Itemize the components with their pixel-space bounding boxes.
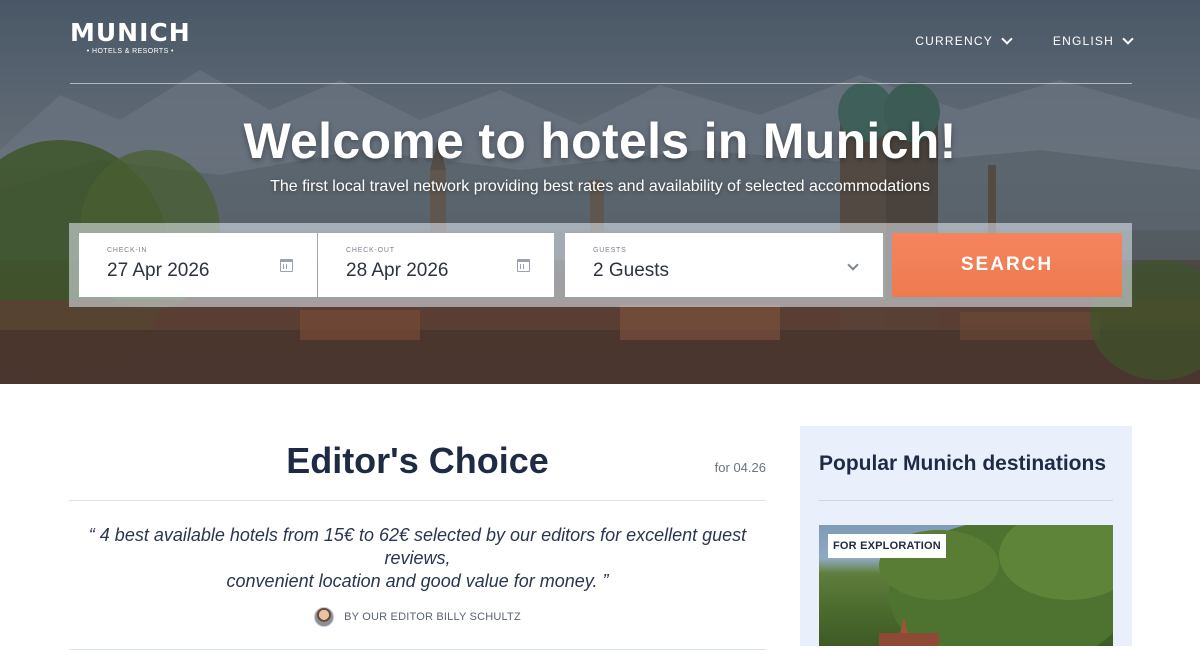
top-navigation: MUNICH • HOTELS & RESORTS • CURRENCY ENG… xyxy=(70,0,1134,84)
calendar-icon xyxy=(517,259,530,272)
avatar xyxy=(314,607,335,627)
checkin-value: 27 Apr 2026 xyxy=(107,260,210,281)
currency-label: CURRENCY xyxy=(915,34,993,48)
quote-line-2: convenient location and good value for m… xyxy=(226,571,609,591)
hero-title: Welcome to hotels in Munich! xyxy=(243,113,957,169)
editors-quote: “ 4 best available hotels from 15€ to 62… xyxy=(69,524,766,593)
quote-line-1: “ 4 best available hotels from 15€ to 62… xyxy=(88,525,747,568)
editors-choice-date: for 04.26 xyxy=(714,460,766,475)
hero-section: MUNICH • HOTELS & RESORTS • CURRENCY ENG… xyxy=(0,0,1200,384)
search-button[interactable]: SEARCH xyxy=(892,233,1122,297)
hero-subtitle: The first local travel network providing… xyxy=(270,178,930,195)
checkout-field[interactable]: CHECK-OUT 28 Apr 2026 xyxy=(318,233,554,297)
checkout-label: CHECK-OUT xyxy=(346,247,395,254)
guests-label: GUESTS xyxy=(593,247,627,254)
header-menu: CURRENCY ENGLISH xyxy=(915,32,1134,48)
chevron-down-icon xyxy=(1122,32,1134,45)
calendar-icon xyxy=(280,259,293,272)
popular-destinations-panel: Popular Munich destinations FOR EXPLORAT… xyxy=(800,426,1132,646)
card-badge: FOR EXPLORATION xyxy=(828,534,946,558)
byline-text: BY OUR EDITOR BILLY SCHULTZ xyxy=(344,611,521,623)
logo-tagline: • HOTELS & RESORTS • xyxy=(86,48,174,55)
popular-title: Popular Munich destinations xyxy=(819,452,1107,475)
guests-select[interactable]: GUESTS 2 Guests xyxy=(565,233,883,297)
destination-card[interactable]: FOR EXPLORATION xyxy=(819,525,1113,646)
section-title: Editor's Choice xyxy=(286,440,549,481)
guests-value: 2 Guests xyxy=(593,260,670,281)
editors-choice-section: Editor's Choice for 04.26 “ 4 best avail… xyxy=(69,426,766,650)
search-form: CHECK-IN 27 Apr 2026 CHECK-OUT 28 Apr 20… xyxy=(69,223,1132,307)
language-label: ENGLISH xyxy=(1052,34,1114,48)
editors-choice-header: Editor's Choice for 04.26 xyxy=(69,426,766,501)
editor-byline: BY OUR EDITOR BILLY SCHULTZ xyxy=(69,607,766,627)
logo-wordmark: MUNICH xyxy=(70,18,191,47)
site-logo[interactable]: MUNICH • HOTELS & RESORTS • xyxy=(70,18,191,56)
currency-selector[interactable]: CURRENCY xyxy=(915,32,1013,48)
divider xyxy=(819,500,1113,501)
checkin-label: CHECK-IN xyxy=(107,247,148,254)
language-selector[interactable]: ENGLISH xyxy=(1052,32,1134,48)
checkin-field[interactable]: CHECK-IN 27 Apr 2026 xyxy=(79,233,317,297)
checkout-value: 28 Apr 2026 xyxy=(346,260,449,281)
chevron-down-icon xyxy=(1001,32,1013,45)
